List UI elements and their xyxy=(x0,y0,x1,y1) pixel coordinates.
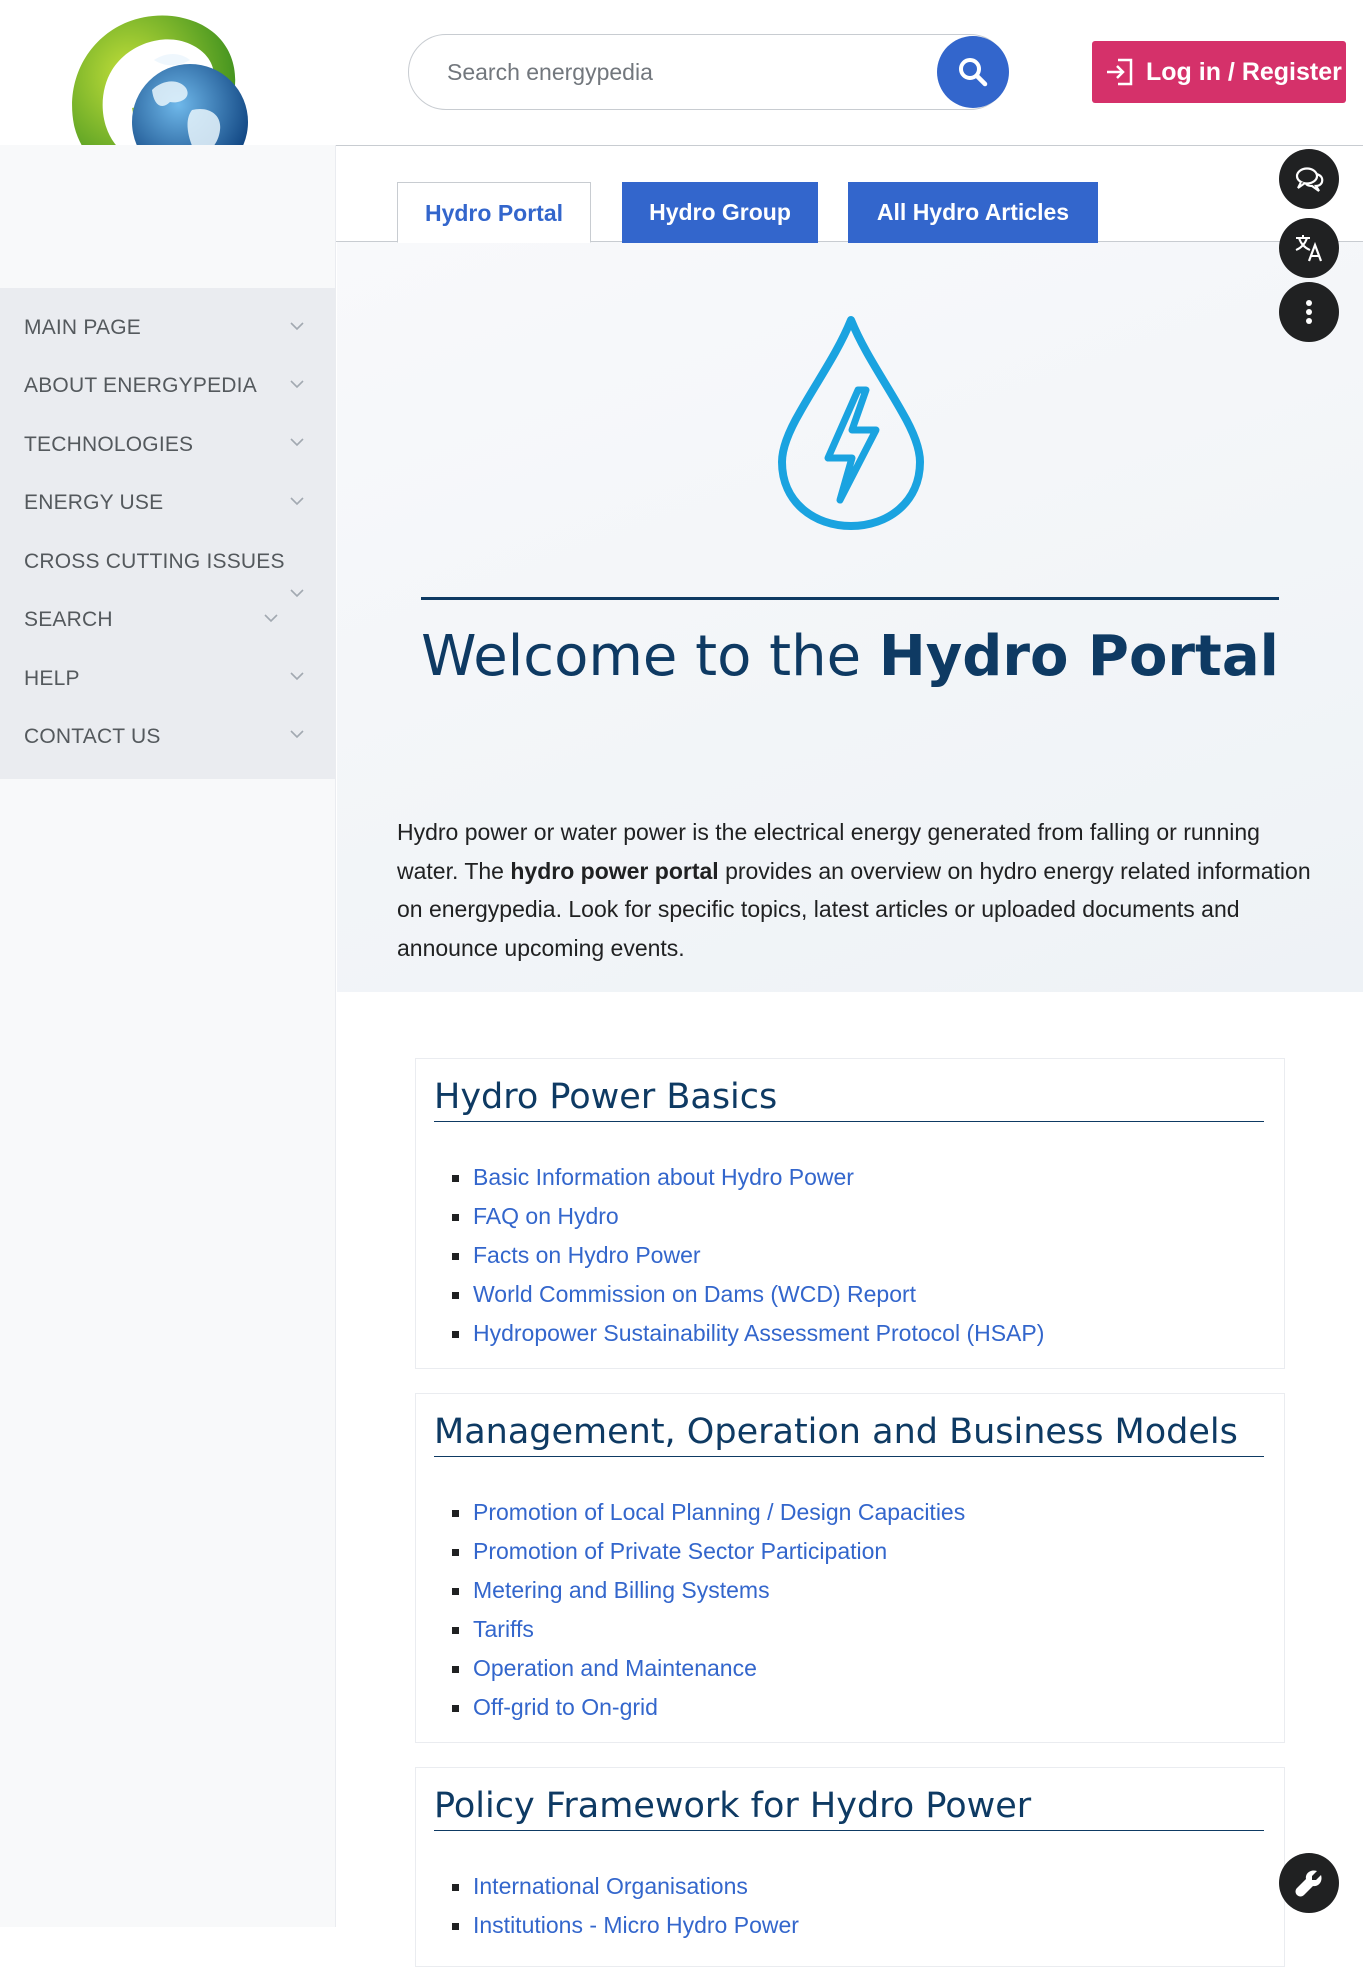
chevron-down-icon[interactable] xyxy=(289,376,305,392)
link[interactable]: Institutions - Micro Hydro Power xyxy=(473,1912,799,1938)
search-input[interactable] xyxy=(445,53,905,91)
list-item: Metering and Billing Systems xyxy=(452,1571,965,1610)
list-item: World Commission on Dams (WCD) Report xyxy=(452,1275,1044,1314)
section-card-policy-framework: Policy Framework for Hydro Power Interna… xyxy=(415,1767,1285,1967)
chevron-down-icon[interactable] xyxy=(289,434,305,450)
section-title: Management, Operation and Business Model… xyxy=(434,1412,1264,1457)
translate-icon xyxy=(1295,235,1323,262)
link-list: Promotion of Local Planning / Design Cap… xyxy=(452,1493,965,1727)
chevron-down-icon[interactable] xyxy=(289,585,305,601)
tools-button[interactable] xyxy=(1279,1853,1339,1913)
sidebar-item-help[interactable]: HELP xyxy=(24,667,80,691)
list-item: FAQ on Hydro xyxy=(452,1197,1044,1236)
portal-intro: Hydro power or water power is the electr… xyxy=(397,819,1311,961)
link[interactable]: Basic Information about Hydro Power xyxy=(473,1164,854,1190)
wrench-icon xyxy=(1295,1870,1322,1897)
sidebar-item-about-energypedia[interactable]: ABOUT ENERGYPEDIA xyxy=(24,374,257,398)
link[interactable]: International Organisations xyxy=(473,1873,748,1899)
section-title: Hydro Power Basics xyxy=(434,1077,1264,1122)
login-register-button[interactable]: Log in / Register xyxy=(1092,41,1346,103)
list-item: Basic Information about Hydro Power xyxy=(452,1158,1044,1197)
link[interactable]: World Commission on Dams (WCD) Report xyxy=(473,1281,916,1307)
chevron-down-icon[interactable] xyxy=(289,668,305,684)
list-item: Facts on Hydro Power xyxy=(452,1236,1044,1275)
link[interactable]: Promotion of Private Sector Participatio… xyxy=(473,1538,887,1564)
page-title: Welcome to the Hydro Portal xyxy=(421,624,1279,689)
content-top-border xyxy=(336,145,1363,146)
sidebar-menu: MAIN PAGE ABOUT ENERGYPEDIA TECHNOLOGIES… xyxy=(0,288,336,779)
list-item: Promotion of Private Sector Participatio… xyxy=(452,1532,965,1571)
tab-hydro-portal[interactable]: Hydro Portal xyxy=(397,182,591,243)
list-item: Off-grid to On-grid xyxy=(452,1688,965,1727)
hero-divider xyxy=(421,597,1279,600)
section-title: Policy Framework for Hydro Power xyxy=(434,1786,1264,1831)
link[interactable]: Off-grid to On-grid xyxy=(473,1694,658,1720)
sidebar-item-cross-cutting-issues[interactable]: CROSS CUTTING ISSUES xyxy=(24,550,285,574)
login-icon xyxy=(1107,58,1133,86)
chevron-down-icon[interactable] xyxy=(289,726,305,742)
link[interactable]: Tariffs xyxy=(473,1616,534,1642)
link[interactable]: Facts on Hydro Power xyxy=(473,1242,701,1268)
more-options-button[interactable] xyxy=(1279,282,1339,342)
sidebar-item-main-page[interactable]: MAIN PAGE xyxy=(24,316,141,340)
section-card-management-operation: Management, Operation and Business Model… xyxy=(415,1393,1285,1743)
tab-hydro-group[interactable]: Hydro Group xyxy=(622,182,818,243)
chevron-down-icon[interactable] xyxy=(263,610,279,626)
search-icon xyxy=(959,58,988,87)
list-item: Operation and Maintenance xyxy=(452,1649,965,1688)
chevron-down-icon[interactable] xyxy=(289,493,305,509)
link-list: International Organisations Institutions… xyxy=(452,1867,799,1945)
link[interactable]: FAQ on Hydro xyxy=(473,1203,619,1229)
list-item: Tariffs xyxy=(452,1610,965,1649)
sidebar-item-search[interactable]: SEARCH xyxy=(24,608,113,632)
list-item: International Organisations xyxy=(452,1867,799,1906)
sidebar-item-energy-use[interactable]: ENERGY USE xyxy=(24,491,163,515)
section-card-hydro-power-basics: Hydro Power Basics Basic Information abo… xyxy=(415,1058,1285,1369)
search-box xyxy=(408,34,1009,110)
chevron-down-icon[interactable] xyxy=(289,318,305,334)
search-button[interactable] xyxy=(937,36,1009,108)
sidebar-item-technologies[interactable]: TECHNOLOGIES xyxy=(24,433,193,457)
water-drop-lightning-icon xyxy=(778,316,924,530)
link-list: Basic Information about Hydro Power FAQ … xyxy=(452,1158,1044,1353)
chat-icon xyxy=(1295,167,1324,192)
translate-button[interactable] xyxy=(1279,218,1339,278)
list-item: Hydropower Sustainability Assessment Pro… xyxy=(452,1314,1044,1353)
login-register-label: Log in / Register xyxy=(1146,58,1342,86)
sidebar-item-contact-us[interactable]: CONTACT US xyxy=(24,725,161,749)
list-item: Institutions - Micro Hydro Power xyxy=(452,1906,799,1945)
more-vertical-icon xyxy=(1306,300,1312,324)
link[interactable]: Operation and Maintenance xyxy=(473,1655,757,1681)
list-item: Promotion of Local Planning / Design Cap… xyxy=(452,1493,965,1532)
tab-all-hydro-articles[interactable]: All Hydro Articles xyxy=(848,182,1098,243)
link[interactable]: Hydropower Sustainability Assessment Pro… xyxy=(473,1320,1044,1346)
link[interactable]: Promotion of Local Planning / Design Cap… xyxy=(473,1499,965,1525)
chat-button[interactable] xyxy=(1279,149,1339,209)
link[interactable]: Metering and Billing Systems xyxy=(473,1577,770,1603)
